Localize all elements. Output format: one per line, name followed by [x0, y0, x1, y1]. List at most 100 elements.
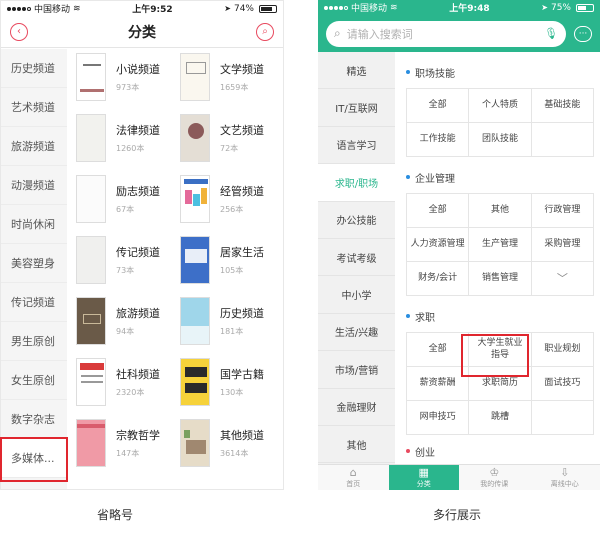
tab-label: 离线中心 [550, 479, 579, 488]
book-cover [180, 419, 210, 467]
sidebar-item-digital-magazine[interactable]: 数字杂志 [1, 400, 67, 439]
book-count: 94本 [116, 327, 135, 336]
book-cover [76, 297, 106, 345]
sidebar-item-art[interactable]: 艺术频道 [1, 88, 67, 127]
tag-item[interactable]: 销售管理 [469, 262, 532, 296]
tag-item[interactable]: 其他 [469, 194, 532, 228]
tab-offline[interactable]: ⇩ 离线中心 [530, 465, 600, 490]
tag-grid-enterprise-management: 全部 其他 行政管理 人力资源管理 生产管理 采购管理 财务/会计 销售管理 ﹀ [406, 193, 594, 296]
book-card[interactable]: 文学频道 1659本 [180, 53, 280, 103]
book-count: 73本 [116, 266, 135, 275]
right-phone-screen: 中国移动 ≋ 上午9:48 ➤ 75% ⌕ 请输入搜索词 🎙 ··· 精选 IT… [318, 0, 600, 490]
search-row: ⌕ 请输入搜索词 🎙 ··· [318, 15, 600, 52]
book-card[interactable]: 法律频道 1260本 [76, 114, 180, 164]
tab-home[interactable]: ⌂ 首页 [318, 465, 389, 490]
carrier-label: 中国移动 [351, 4, 388, 14]
sidebar-item-beauty[interactable]: 美容塑身 [1, 244, 67, 283]
tab-label: 首页 [346, 479, 361, 488]
book-card[interactable]: 小说频道 973本 [76, 53, 180, 103]
tag-item[interactable]: 人力资源管理 [407, 228, 470, 262]
sidebar-item-fashion[interactable]: 时尚休闲 [1, 205, 67, 244]
book-card[interactable]: 宗教哲学 147本 [76, 419, 180, 469]
sidebar-item-other[interactable]: 其他 [318, 426, 395, 464]
book-count: 3614本 [220, 449, 249, 458]
bullet-icon [406, 70, 410, 74]
bullet-icon [406, 175, 410, 179]
book-name: 其他频道 [220, 429, 264, 442]
home-icon: ⌂ [349, 465, 357, 479]
tab-my-courses[interactable]: ♔ 我的传课 [459, 465, 530, 490]
tag-item[interactable]: 网申技巧 [407, 401, 470, 435]
sidebar-item-it-internet[interactable]: IT/互联网 [318, 89, 395, 127]
book-card[interactable]: 励志频道 67本 [76, 175, 180, 225]
category-sidebar: 精选 IT/互联网 语言学习 求职/职场 办公技能 考试考级 中小学 生活/兴趣… [318, 52, 395, 464]
sidebar-item-career[interactable]: 求职/职场 [318, 164, 395, 202]
sidebar-item-finance[interactable]: 金融理财 [318, 389, 395, 426]
book-card[interactable]: 其他频道 3614本 [180, 419, 280, 469]
tag-item[interactable]: 财务/会计 [407, 262, 470, 296]
sidebar-item-female-original[interactable]: 女生原创 [1, 361, 67, 400]
book-cover [180, 53, 210, 101]
book-card[interactable]: 文艺频道 72本 [180, 114, 280, 164]
tag-item[interactable]: 全部 [407, 333, 470, 367]
book-cover [76, 358, 106, 406]
search-input[interactable]: ⌕ 请输入搜索词 🎙 [326, 20, 566, 47]
sidebar-item-male-original[interactable]: 男生原创 [1, 322, 67, 361]
expand-chevron-icon[interactable]: ﹀ [531, 262, 594, 296]
sidebar-item-anime[interactable]: 动漫频道 [1, 166, 67, 205]
sidebar-item-marketing[interactable]: 市场/营销 [318, 351, 395, 389]
sidebar-item-biography[interactable]: 传记频道 [1, 283, 67, 322]
tag-item[interactable]: 行政管理 [531, 194, 594, 228]
sidebar-item-history[interactable]: 历史频道 [1, 49, 67, 88]
battery-percent: 74% [233, 3, 254, 14]
book-card[interactable]: 历史频道 181本 [180, 297, 280, 347]
sidebar-item-life-hobbies[interactable]: 生活/兴趣 [318, 314, 395, 352]
search-button[interactable]: ⌕ [256, 22, 274, 41]
book-name: 社科频道 [116, 368, 160, 381]
sidebar-item-office-skills[interactable]: 办公技能 [318, 202, 395, 239]
book-cover [180, 236, 210, 284]
book-card[interactable]: 经管频道 256本 [180, 175, 280, 225]
tag-item[interactable]: 职业规划 [531, 333, 594, 367]
category-sidebar: 历史频道 艺术频道 旅游频道 动漫频道 时尚休闲 美容塑身 传记频道 男生原创 … [1, 49, 67, 489]
back-button[interactable]: ‹ [10, 22, 28, 41]
book-card[interactable]: 社科频道 2320本 [76, 358, 180, 408]
sidebar-item-k12[interactable]: 中小学 [318, 276, 395, 314]
tag-item[interactable]: 全部 [407, 89, 470, 123]
tag-item[interactable]: 薪资薪酬 [407, 367, 470, 401]
tag-item[interactable]: 生产管理 [469, 228, 532, 262]
book-card[interactable]: 传记频道 73本 [76, 236, 180, 286]
book-count: 147本 [116, 449, 140, 458]
wifi-icon: ≋ [390, 2, 398, 13]
book-count: 67本 [116, 205, 135, 214]
tag-item[interactable]: 团队技能 [469, 123, 532, 157]
tag-item[interactable]: 个人特质 [469, 89, 532, 123]
book-count: 1260本 [116, 144, 145, 153]
book-count: 973本 [116, 83, 140, 92]
section-title-workplace-skills: 职场技能 [400, 62, 600, 82]
tag-item[interactable]: 全部 [407, 194, 470, 228]
tag-item[interactable]: 工作技能 [407, 123, 470, 157]
book-count: 1659本 [220, 83, 249, 92]
book-cover [76, 53, 106, 101]
tag-item[interactable]: 基础技能 [531, 89, 594, 123]
book-card[interactable]: 居家生活 105本 [180, 236, 280, 286]
sidebar-item-language[interactable]: 语言学习 [318, 127, 395, 165]
sidebar-item-featured[interactable]: 精选 [318, 52, 395, 90]
tag-item[interactable]: 采购管理 [531, 228, 594, 262]
book-cover [76, 114, 106, 162]
page-title: 分类 [128, 24, 156, 41]
tab-category[interactable]: ▦ 分类 [388, 465, 459, 490]
microphone-icon[interactable]: 🎙 [544, 27, 558, 40]
sidebar-item-travel[interactable]: 旅游频道 [1, 127, 67, 166]
tag-item[interactable]: 跳槽 [469, 401, 532, 435]
bottom-tab-bar: ⌂ 首页 ▦ 分类 ♔ 我的传课 ⇩ 离线中心 [318, 464, 600, 490]
tag-item[interactable]: 面试技巧 [531, 367, 594, 401]
book-count: 105本 [220, 266, 244, 275]
book-card[interactable]: 国学古籍 130本 [180, 358, 280, 408]
sidebar-item-exams[interactable]: 考试考级 [318, 239, 395, 277]
book-cover [180, 358, 210, 406]
book-card[interactable]: 旅游频道 94本 [76, 297, 180, 347]
chat-icon[interactable]: ··· [574, 25, 592, 42]
status-time: 上午9:52 [132, 5, 173, 15]
